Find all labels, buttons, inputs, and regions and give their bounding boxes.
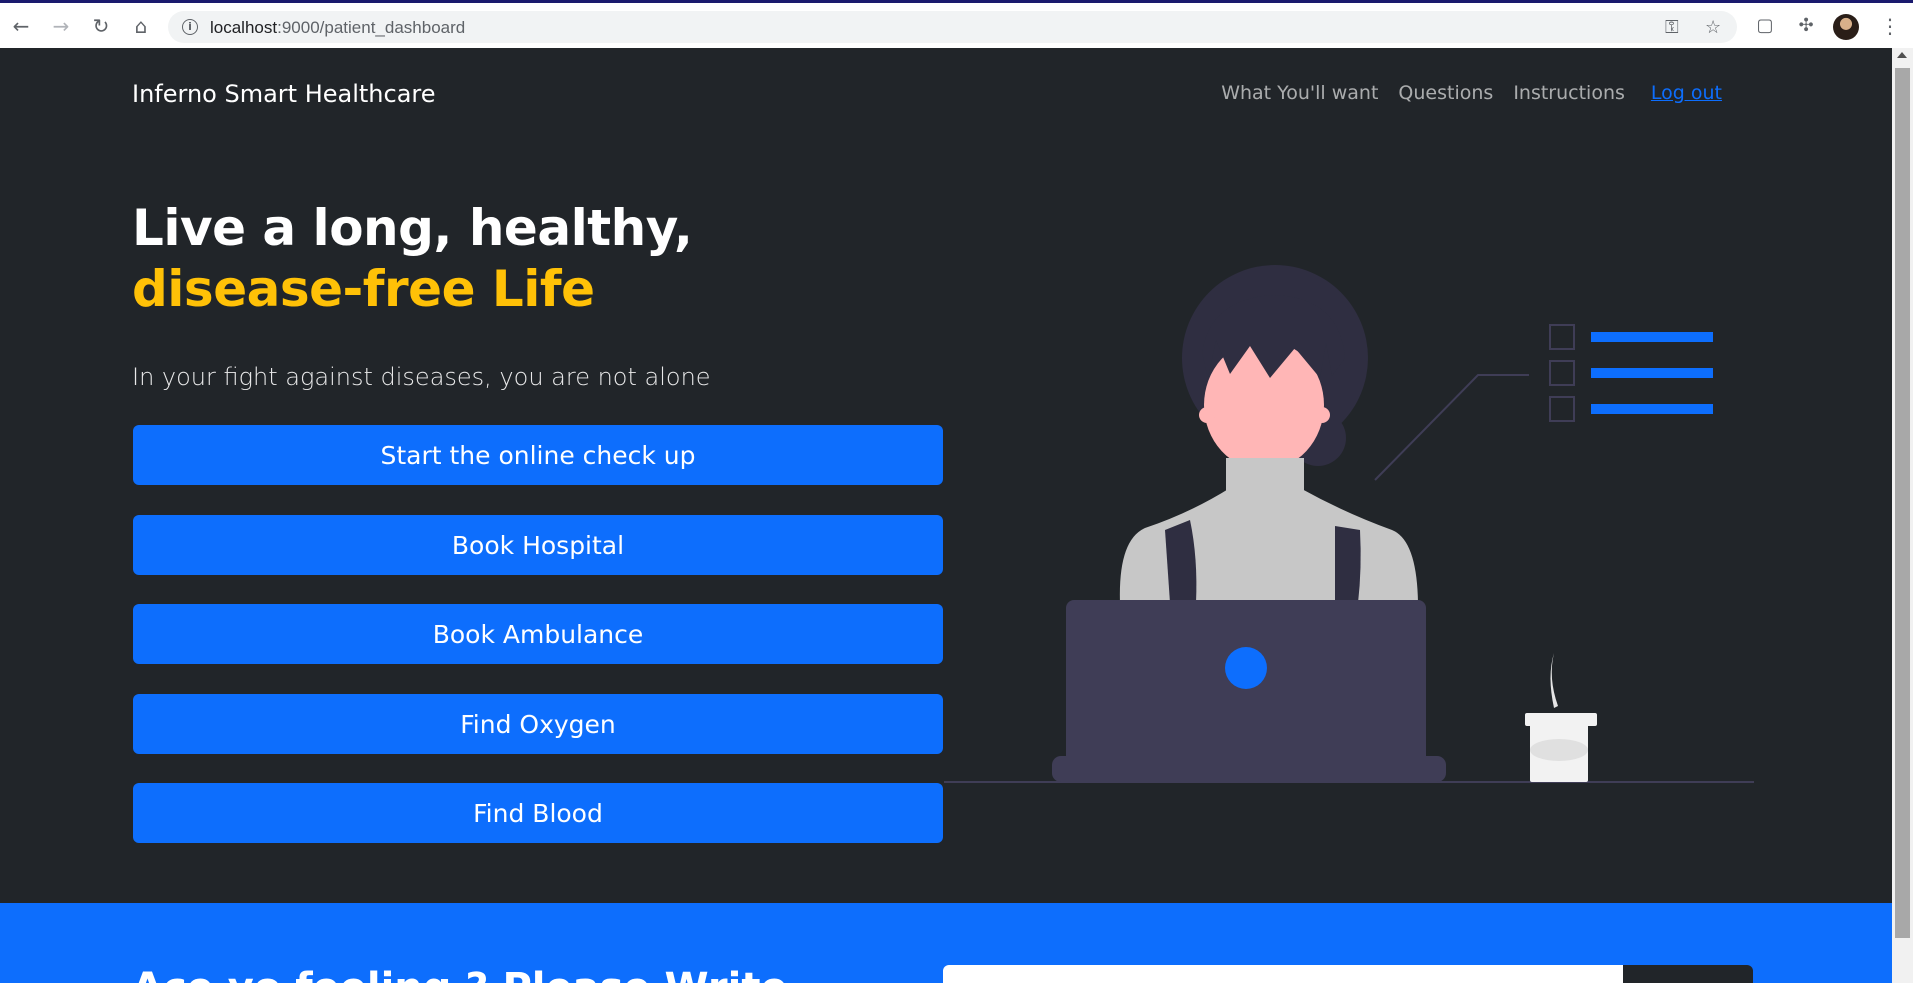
newsletter-section: Ace yo feeling ? Please Write ... [0,903,1892,983]
home-icon[interactable]: ⌂ [128,13,154,39]
find-oxygen-button[interactable]: Find Oxygen [133,694,943,754]
url-text[interactable]: localhost:9000/patient_dashboard [210,18,465,38]
nav-link-what-youll-want[interactable]: What You'll want [1221,82,1378,104]
page-content: Inferno Smart Healthcare What You'll wan… [0,48,1892,983]
reload-icon[interactable]: ↻ [88,13,114,39]
scroll-up-arrow-icon[interactable] [1897,52,1907,58]
hero-title-plain: Live a long, healthy, [132,199,693,257]
key-icon[interactable]: ⚿ [1665,17,1679,38]
star-icon[interactable]: ☆ [1705,17,1721,38]
scrollbar-thumb[interactable] [1895,68,1910,938]
hero-illustration [944,265,1754,783]
start-checkup-button[interactable]: Start the online check up [133,425,943,485]
extension-icon[interactable]: ▢ [1754,15,1776,37]
forward-icon[interactable]: → [48,13,74,39]
newsletter-heading: Ace yo feeling ? Please Write ... [132,965,847,983]
kebab-menu-icon[interactable]: ⋮ [1880,13,1900,39]
address-bar[interactable]: i localhost:9000/patient_dashboard ⚿ ☆ [168,11,1737,43]
url-path: :9000/patient_dashboard [277,18,466,37]
nav-link-instructions[interactable]: Instructions [1513,82,1625,104]
checklist-graphic [1374,324,1713,481]
puzzle-icon[interactable]: ✣ [1795,15,1817,37]
browser-toolbar: ← → ↻ ⌂ i localhost:9000/patient_dashboa… [0,0,1913,48]
woman-figure [1119,265,1418,603]
nav-link-questions[interactable]: Questions [1398,82,1493,104]
hero-lead: In your fight against diseases, you are … [132,363,711,391]
navbar-links: What You'll want Questions Instructions … [1221,82,1722,104]
find-blood-button[interactable]: Find Blood [133,783,943,843]
newsletter-input[interactable] [943,965,1623,983]
hero-title-accent: disease-free Life [132,260,595,318]
newsletter-submit-button[interactable] [1623,965,1753,983]
site-info-icon[interactable]: i [182,19,198,35]
page-scrollbar[interactable] [1892,48,1913,983]
profile-avatar[interactable] [1833,14,1859,40]
url-host: localhost [210,18,278,37]
coffee-cup-graphic [1525,653,1597,782]
book-hospital-button[interactable]: Book Hospital [133,515,943,575]
navbar-brand[interactable]: Inferno Smart Healthcare [132,80,436,108]
back-icon[interactable]: ← [8,13,34,39]
book-ambulance-button[interactable]: Book Ambulance [133,604,943,664]
logout-link[interactable]: Log out [1651,82,1722,104]
hero-title: Live a long, healthy, disease-free Life [132,198,932,320]
laptop-graphic [1052,600,1446,782]
